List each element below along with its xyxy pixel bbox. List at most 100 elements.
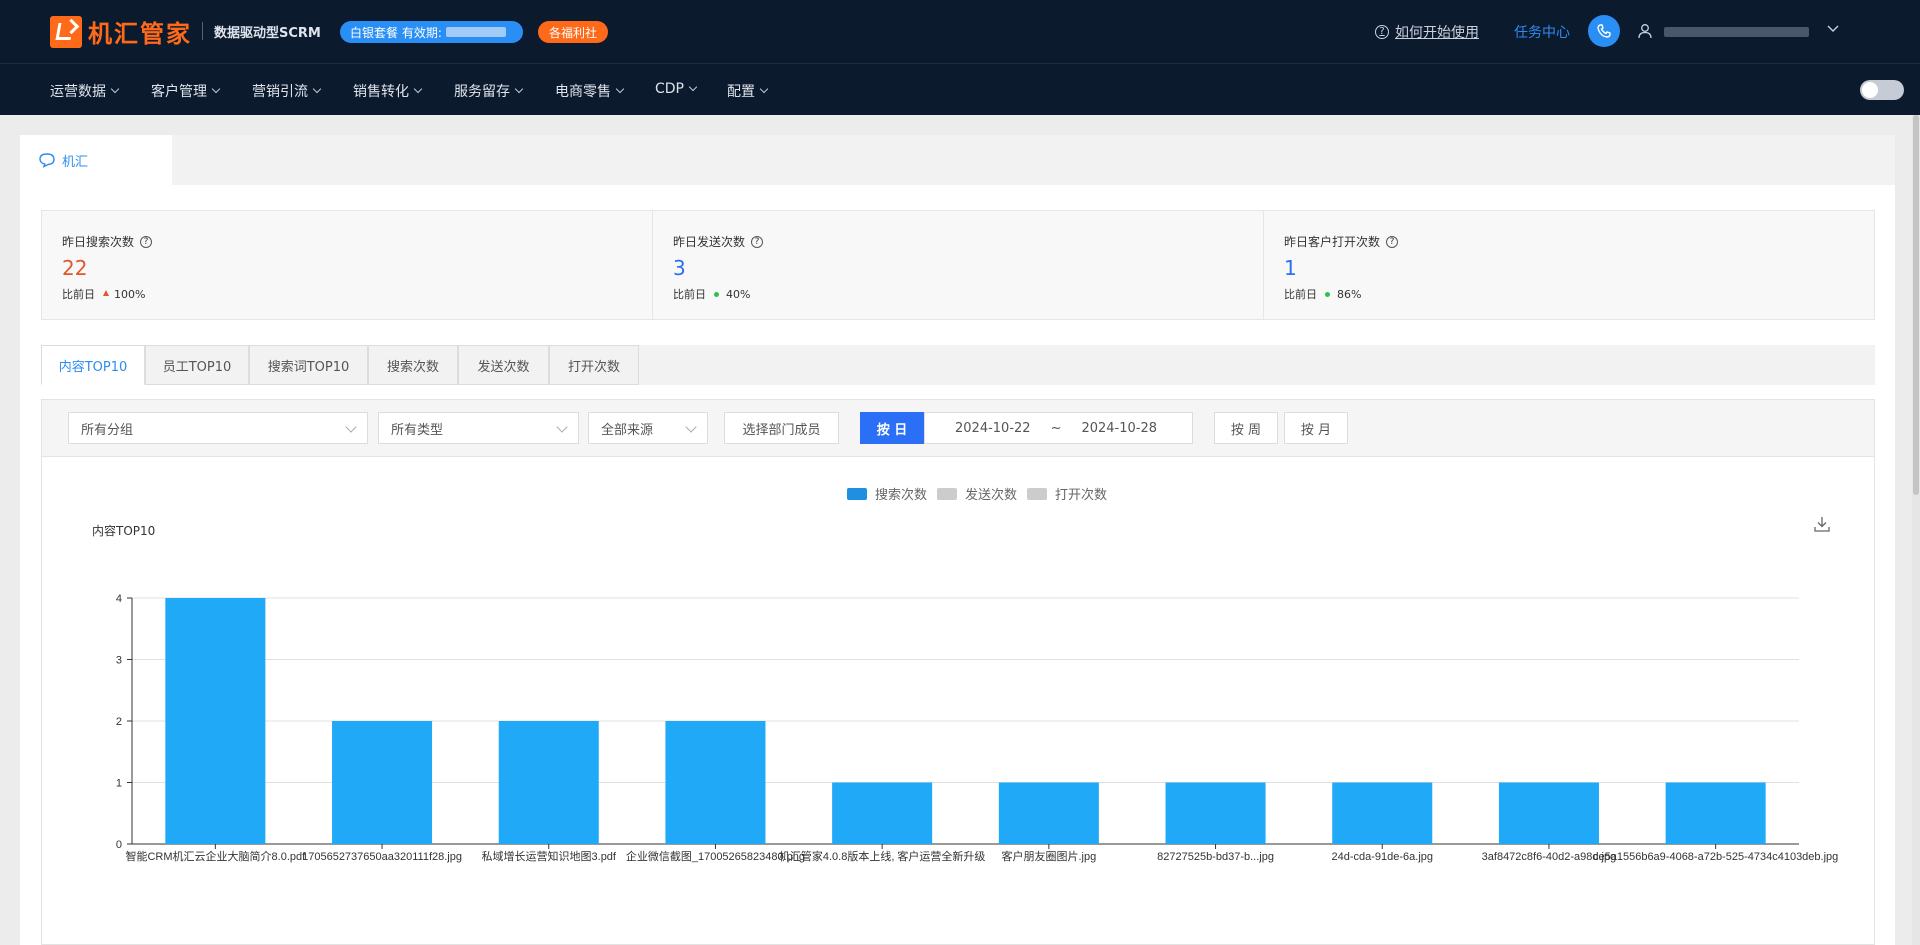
user-name-redacted[interactable]: [1664, 27, 1809, 37]
stat-label: 昨日客户打开次数: [1284, 235, 1381, 249]
chart-bar: [498, 721, 599, 844]
stats-panel: 昨日搜索次数? 22 比前日 100% 昨日发送次数? 3 比前日 40% 昨日客户…: [41, 210, 1875, 320]
nav-item-customers[interactable]: 客户管理: [151, 81, 221, 101]
package-badge: 白银套餐 有效期:: [340, 21, 523, 43]
chevron-down-icon: [759, 84, 769, 94]
y-tick-label: 4: [116, 593, 122, 605]
chevron-down-icon: [413, 84, 423, 94]
chat-icon: [39, 153, 55, 168]
nav-item-sales[interactable]: 销售转化: [353, 81, 423, 101]
chevron-down-icon: [110, 84, 120, 94]
page-tab-bar: 机汇: [20, 135, 1895, 185]
chart-bar: [832, 782, 933, 844]
x-tick-label: 智能CRM机汇云企业大脑简介8.0.pdf: [125, 849, 306, 863]
help-link[interactable]: ? 如何开始使用: [1375, 22, 1479, 42]
page-tab-label: 机汇: [62, 154, 89, 170]
chart-bar: [1332, 782, 1433, 844]
nav-item-label: 客户管理: [151, 84, 207, 100]
nav-item-service[interactable]: 服务留存: [454, 81, 524, 101]
chevron-down-icon: [688, 82, 698, 92]
chart-bar: [332, 721, 433, 844]
help-icon[interactable]: ?: [140, 235, 153, 248]
tab-send-count[interactable]: 发送次数: [458, 345, 549, 385]
stat-label: 昨日发送次数: [673, 235, 746, 249]
user-menu-chevron-icon[interactable]: [1826, 22, 1840, 38]
main-nav: 运营数据 客户管理 营销引流 销售转化 服务留存 电商零售 CDP 配置: [0, 64, 1920, 115]
stat-card-search: 昨日搜索次数? 22 比前日 100%: [42, 211, 653, 319]
y-tick-label: 2: [116, 716, 122, 728]
chart-bar: [998, 782, 1099, 844]
status-dot-icon: [714, 291, 719, 297]
y-tick-label: 1: [116, 778, 122, 790]
stat-compare-label: 比前日: [62, 288, 95, 301]
nav-item-label: 服务留存: [454, 84, 510, 100]
question-icon: ?: [1375, 25, 1389, 39]
stat-compare-label: 比前日: [673, 288, 706, 301]
help-icon[interactable]: ?: [751, 235, 764, 248]
nav-item-label: CDP: [655, 81, 684, 97]
nav-item-cdp[interactable]: CDP: [655, 81, 698, 97]
nav-item-marketing[interactable]: 营销引流: [252, 81, 322, 101]
stat-compare-label: 比前日: [1284, 288, 1317, 301]
phone-button[interactable]: [1588, 15, 1620, 47]
tab-staff-top10[interactable]: 员工TOP10: [145, 345, 249, 385]
stat-card-send: 昨日发送次数? 3 比前日 40%: [653, 211, 1264, 319]
status-dot-icon: [1325, 291, 1330, 297]
report-tabs: 内容TOP10 员工TOP10 搜索词TOP10 搜索次数 发送次数 打开次数: [41, 345, 1875, 385]
y-tick-label: 0: [116, 839, 122, 851]
stat-card-open: 昨日客户打开次数? 1 比前日 86%: [1264, 211, 1874, 319]
stat-value: 22: [62, 256, 88, 280]
tab-open-count[interactable]: 打开次数: [549, 345, 639, 385]
tab-search-term-top10[interactable]: 搜索词TOP10: [249, 345, 368, 385]
x-tick-label: 1705652737650aa320111f28.jpg: [302, 851, 462, 863]
chart-bar: [1498, 782, 1599, 844]
chart-bar: [665, 721, 766, 844]
logo-text: 机汇管家: [88, 20, 192, 48]
chart-panel: 所有分组 所有类型 全部来源 选择部门成员 按 日 2024-10-22 ~ 2…: [41, 399, 1875, 945]
chart-bar: [1165, 782, 1266, 844]
y-tick-label: 3: [116, 655, 122, 667]
x-tick-label: 客户朋友圈图片.jpg: [1001, 849, 1096, 863]
chevron-down-icon: [514, 84, 524, 94]
page-tab-jihui[interactable]: 机汇: [20, 135, 172, 185]
stat-value: 3: [673, 256, 686, 280]
package-expiry-redacted: [445, 27, 506, 37]
stat-value: 1: [1284, 256, 1297, 280]
nav-item-label: 电商零售: [555, 84, 611, 100]
logo[interactable]: 机汇管家: [50, 14, 192, 49]
top-header: 机汇管家 数据驱动型SCRM 白银套餐 有效期: 各福利社 ? 如何开始使用 任…: [0, 0, 1920, 64]
nav-item-label: 销售转化: [353, 84, 409, 100]
user-icon: [1638, 23, 1652, 43]
nav-item-label: 配置: [727, 84, 755, 100]
task-center-link[interactable]: 任务中心: [1514, 22, 1570, 42]
logo-divider: [202, 22, 203, 40]
theme-toggle[interactable]: [1860, 80, 1904, 100]
product-subtitle: 数据驱动型SCRM: [214, 26, 321, 41]
welfare-badge[interactable]: 各福利社: [538, 21, 608, 43]
package-label: 白银套餐 有效期:: [350, 25, 442, 40]
x-tick-label: 机汇管家4.0.8版本上线, 客户运营全新升级: [779, 849, 986, 863]
x-tick-label: ce5a1556b6a9-4068-a72b-525-4734c4103deb.…: [1593, 851, 1838, 863]
tab-search-count[interactable]: 搜索次数: [368, 345, 458, 385]
main-content: 机汇 昨日搜索次数? 22 比前日 100% 昨日发送次数? 3 比前日 40% 昨…: [20, 135, 1895, 945]
page-scrollbar-thumb[interactable]: [1913, 115, 1919, 495]
help-link-label: 如何开始使用: [1395, 25, 1479, 41]
phone-icon: [1597, 24, 1611, 38]
x-tick-label: 82727525b-bd37-b...jpg: [1157, 851, 1274, 863]
nav-item-ecommerce[interactable]: 电商零售: [555, 81, 625, 101]
help-icon[interactable]: ?: [1386, 235, 1399, 248]
bar-chart: 0 1 2 3 4 智能CRM机汇云企业大脑简介8.0.pdf1705652737650a…: [116, 593, 1838, 863]
x-tick-label: 私域增长运营知识地图3.pdf: [482, 849, 617, 863]
chevron-down-icon: [211, 84, 221, 94]
chart-bar: [165, 598, 266, 844]
chevron-down-icon: [615, 84, 625, 94]
tab-content-top10[interactable]: 内容TOP10: [41, 345, 145, 385]
stat-compare-value: 86%: [1337, 287, 1362, 301]
nav-item-ops-data[interactable]: 运营数据: [50, 81, 120, 101]
stat-compare-value: 100%: [114, 287, 146, 301]
nav-item-config[interactable]: 配置: [727, 81, 769, 101]
nav-item-label: 营销引流: [252, 84, 308, 100]
chevron-down-icon: [312, 84, 322, 94]
x-tick-label: 24d-cda-91de-6a.jpg: [1331, 851, 1433, 863]
stat-compare-value: 40%: [726, 287, 751, 301]
